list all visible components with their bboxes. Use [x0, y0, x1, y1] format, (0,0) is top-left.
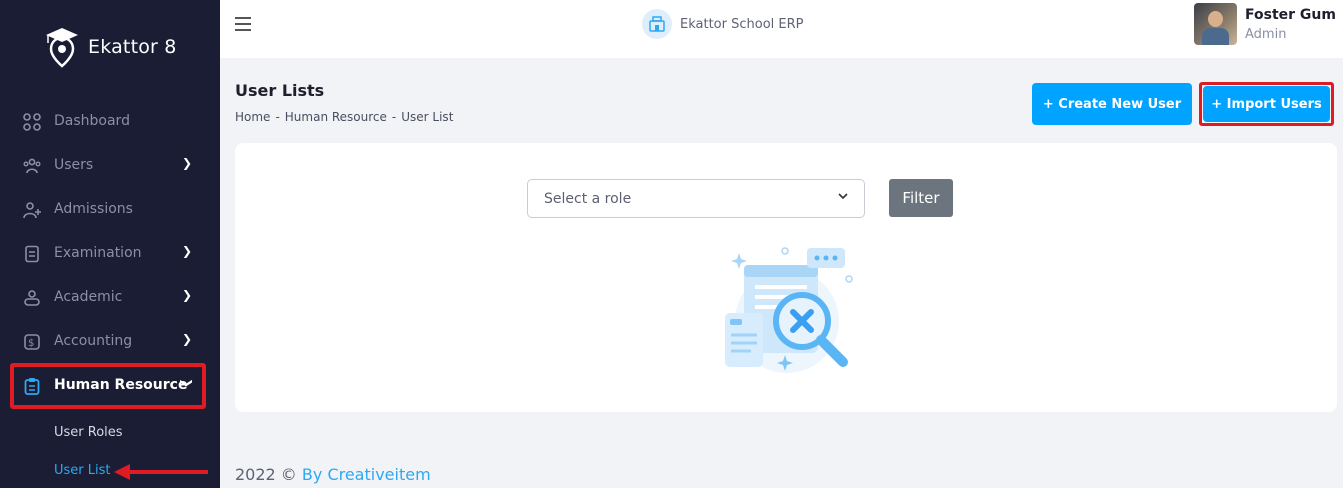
avatar	[1194, 3, 1237, 45]
sidebar-item-users[interactable]: Users ❯	[0, 148, 220, 184]
footer-link[interactable]: By Creativeitem	[302, 465, 431, 484]
create-new-user-button[interactable]: + Create New User	[1032, 83, 1192, 125]
sidebar-item-label: Examination	[54, 245, 142, 261]
topbar: Ekattor School ERP Foster Gum Admin	[220, 0, 1343, 58]
sidebar-item-label: Accounting	[54, 333, 133, 349]
sidebar-item-label: Admissions	[54, 201, 133, 217]
chevron-right-icon: ❯	[182, 156, 193, 170]
breadcrumb-separator: -	[391, 110, 397, 124]
sidebar: Ekattor 8 Dashboard Users ❯ Admissions E…	[0, 0, 220, 488]
profile-name: Foster Gum	[1245, 7, 1336, 23]
profile-role: Admin	[1245, 27, 1287, 42]
footer-copyright: 2022 ©	[235, 465, 297, 484]
sidebar-item-label: Academic	[54, 289, 123, 305]
users-icon	[23, 158, 41, 174]
logo-icon	[46, 28, 78, 68]
page-title: User Lists	[235, 81, 325, 100]
brand: Ekattor School ERP	[642, 9, 803, 39]
chevron-right-icon: ❯	[182, 288, 193, 302]
chevron-right-icon: ❯	[182, 332, 193, 346]
breadcrumb-home[interactable]: Home	[235, 110, 270, 124]
sidebar-item-label: Dashboard	[54, 113, 130, 129]
user-list-card: Select a role Filter	[235, 143, 1337, 412]
import-users-button[interactable]: + Import Users	[1203, 86, 1330, 122]
sidebar-item-label: Users	[54, 157, 94, 173]
menu-toggle-icon[interactable]	[235, 17, 251, 31]
exam-icon	[25, 245, 39, 263]
sidebar-item-accounting[interactable]: $ Accounting ❯	[0, 324, 220, 360]
role-select-value: Select a role	[544, 191, 632, 207]
sidebar-item-academic[interactable]: Academic ❯	[0, 280, 220, 316]
admission-icon	[23, 202, 41, 219]
breadcrumb-user-list: User List	[401, 110, 454, 124]
brand-text: Ekattor School ERP	[680, 16, 804, 32]
academic-icon	[24, 290, 40, 306]
breadcrumb-separator: -	[275, 110, 280, 124]
breadcrumb: Home - Human Resource - User List	[235, 110, 453, 124]
empty-state-icon	[725, 247, 853, 373]
chevron-right-icon: ❯	[182, 244, 193, 258]
sidebar-item-dashboard[interactable]: Dashboard	[0, 104, 220, 140]
annotation-arrow-icon	[114, 464, 208, 480]
sidebar-item-admissions[interactable]: Admissions	[0, 192, 220, 228]
sidebar-subitem-user-roles[interactable]: User Roles	[54, 425, 123, 440]
dashboard-icon	[23, 113, 41, 131]
accounting-icon: $	[24, 334, 40, 350]
logo[interactable]: Ekattor 8	[44, 26, 177, 68]
sidebar-item-examination[interactable]: Examination ❯	[0, 236, 220, 272]
logo-text: Ekattor 8	[88, 36, 177, 58]
role-select[interactable]: Select a role	[527, 179, 865, 218]
footer: 2022 © By Creativeitem	[235, 465, 431, 484]
chevron-down-icon	[838, 193, 848, 200]
filter-button[interactable]: Filter	[889, 179, 953, 217]
highlight-box	[10, 363, 206, 409]
sidebar-subitem-user-list[interactable]: User List	[54, 463, 111, 478]
school-icon	[642, 9, 672, 39]
profile-menu[interactable]: Foster Gum Admin	[1194, 3, 1336, 45]
breadcrumb-human-resource[interactable]: Human Resource	[285, 110, 387, 124]
svg-text:$: $	[28, 338, 34, 349]
